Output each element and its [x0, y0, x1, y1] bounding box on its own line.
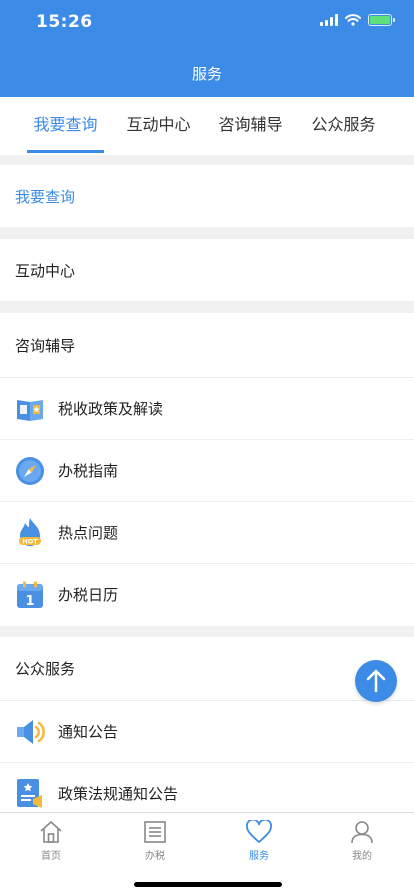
- page-title: 服务: [191, 65, 222, 83]
- list-item-label: 通知公告: [58, 723, 119, 741]
- top-tabs: 我要查询 互动中心 咨询辅导 公众服务: [0, 97, 414, 155]
- tab-interaction[interactable]: 互动中心: [120, 97, 197, 155]
- hot-badge-text: HOT: [22, 537, 38, 545]
- list-item-notices[interactable]: 通知公告: [0, 700, 414, 762]
- speaker-icon: [15, 717, 45, 747]
- tab-label: 办税: [145, 851, 165, 862]
- section-divider: [0, 626, 414, 637]
- active-tab-indicator: [27, 150, 104, 153]
- list-item-label: 政策法规通知公告: [58, 785, 179, 803]
- policy-book-icon: [15, 394, 45, 424]
- section-consult-title: 咨询辅导: [0, 313, 414, 377]
- status-icons: [320, 14, 395, 26]
- list-item-hot-questions[interactable]: HOT 热点问题: [0, 501, 414, 563]
- tab-mine[interactable]: 我的: [327, 819, 397, 862]
- list-item-label: 办税指南: [58, 462, 119, 480]
- list-icon: [120, 819, 190, 845]
- status-time: 15:26: [36, 12, 93, 32]
- list-item-label: 税收政策及解读: [58, 400, 164, 418]
- tab-home[interactable]: 首页: [16, 819, 86, 862]
- list-item-tax-guide[interactable]: 办税指南: [0, 439, 414, 501]
- tab-public[interactable]: 公众服务: [305, 97, 382, 155]
- tab-label: 服务: [249, 851, 269, 862]
- section-interaction-title[interactable]: 互动中心: [0, 239, 414, 301]
- hot-flame-icon: HOT: [15, 517, 45, 548]
- section-query-title[interactable]: 我要查询: [0, 165, 414, 227]
- battery-icon: [368, 14, 395, 26]
- section-public-title: 公众服务: [0, 637, 414, 700]
- section-divider: [0, 155, 414, 165]
- section-divider: [0, 301, 414, 313]
- user-icon: [327, 819, 397, 845]
- compass-icon: [15, 456, 45, 486]
- home-indicator: [134, 882, 282, 887]
- list-item-tax-policy[interactable]: 税收政策及解读: [0, 377, 414, 439]
- heart-icon: [224, 819, 294, 845]
- list-item-tax-calendar[interactable]: 1 办税日历: [0, 563, 414, 625]
- list-item-label: 热点问题: [58, 524, 119, 542]
- tab-query[interactable]: 我要查询: [27, 97, 104, 155]
- signal-icon: [320, 14, 338, 26]
- home-icon: [16, 819, 86, 845]
- scroll-to-top-button[interactable]: [355, 660, 397, 702]
- tab-consult[interactable]: 咨询辅导: [212, 97, 289, 155]
- policy-announcement-icon: [15, 778, 45, 809]
- arrow-up-icon: [366, 669, 386, 693]
- section-divider: [0, 227, 414, 239]
- tab-label: 我的: [352, 851, 372, 862]
- calendar-day-text: 1: [25, 594, 34, 609]
- list-item-label: 办税日历: [58, 586, 119, 604]
- header-bar: 15:26 服务: [0, 0, 414, 97]
- calendar-icon: 1: [15, 580, 45, 610]
- tab-service[interactable]: 服务: [224, 819, 294, 862]
- wifi-icon: [345, 14, 361, 26]
- tab-label: 首页: [41, 851, 61, 862]
- tab-tax[interactable]: 办税: [120, 819, 190, 862]
